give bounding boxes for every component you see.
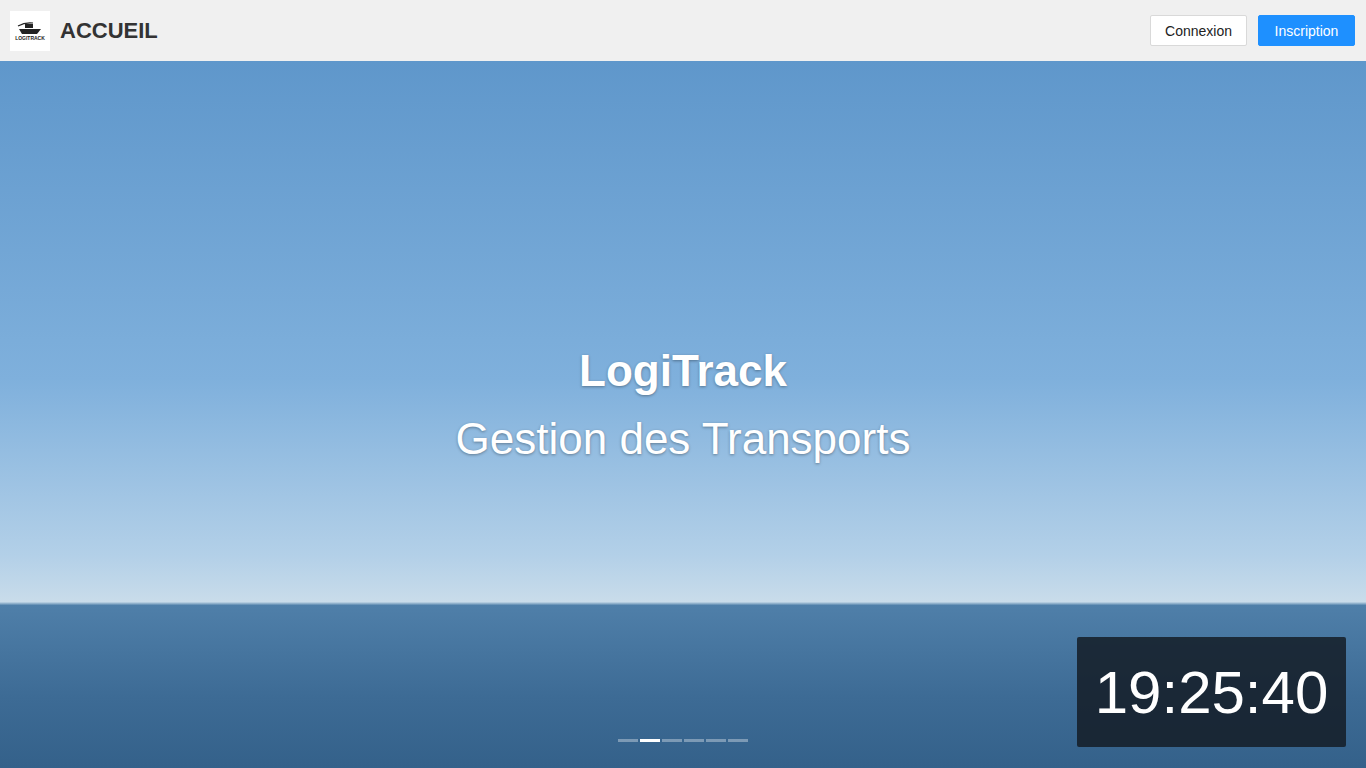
- primary-button[interactable]: Inscription: [1258, 15, 1355, 46]
- brand: LOGITRACK ACCUEIL: [10, 11, 158, 51]
- outline-button[interactable]: Connexion: [1150, 15, 1247, 46]
- carousel-indicator[interactable]: [706, 739, 726, 742]
- logo[interactable]: LOGITRACK: [10, 11, 50, 51]
- carousel-indicator[interactable]: [640, 739, 660, 742]
- carousel-indicators: [618, 739, 748, 742]
- hero-title: LogiTrack: [579, 346, 787, 396]
- hero-subtitle: Gestion des Transports: [456, 414, 911, 464]
- carousel-indicator[interactable]: [618, 739, 638, 742]
- clock-time: 19:25:40: [1095, 658, 1329, 727]
- clock: 19:25:40: [1077, 637, 1346, 747]
- hero-carousel: LogiTrack Gestion des Transports 19:25:40: [0, 61, 1366, 768]
- logo-text: LOGITRACK: [15, 36, 45, 41]
- header-actions: Connexion Inscription: [1150, 15, 1355, 46]
- header: LOGITRACK ACCUEIL Connexion Inscription: [0, 0, 1366, 61]
- page: LOGITRACK ACCUEIL Connexion Inscription Logi…: [0, 0, 1366, 768]
- carousel-indicator[interactable]: [728, 739, 748, 742]
- carousel-indicator[interactable]: [684, 739, 704, 742]
- page-title: ACCUEIL: [60, 18, 158, 44]
- carousel-indicator[interactable]: [662, 739, 682, 742]
- ship-icon: [17, 21, 43, 35]
